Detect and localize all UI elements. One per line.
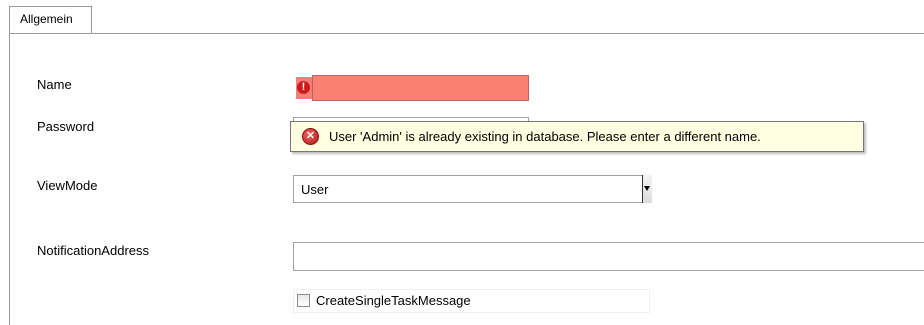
error-x-icon: ✕ bbox=[302, 128, 319, 145]
error-message: User 'Admin' is already existing in data… bbox=[329, 129, 761, 144]
viewmode-select[interactable]: User bbox=[293, 175, 652, 203]
tab-label: Allgemein bbox=[20, 12, 73, 26]
name-label: Name bbox=[37, 77, 72, 92]
viewmode-selected-value: User bbox=[301, 182, 329, 197]
viewmode-label: ViewMode bbox=[37, 178, 98, 193]
tab-allgemein[interactable]: Allgemein bbox=[9, 6, 92, 34]
create-single-task-message-row[interactable]: CreateSingleTaskMessage bbox=[293, 289, 650, 313]
notification-address-input[interactable] bbox=[293, 242, 924, 271]
notification-address-label: NotificationAddress bbox=[37, 243, 149, 258]
dropdown-arrow-icon[interactable] bbox=[642, 175, 652, 203]
tab-strip: Allgemein bbox=[0, 0, 924, 34]
create-single-task-message-label: CreateSingleTaskMessage bbox=[316, 293, 471, 308]
name-input[interactable] bbox=[312, 75, 529, 101]
error-tooltip: ✕ User 'Admin' is already existing in da… bbox=[290, 121, 864, 152]
error-exclamation-icon: ! bbox=[297, 81, 310, 94]
password-label: Password bbox=[37, 119, 95, 134]
create-single-task-message-checkbox[interactable] bbox=[297, 294, 310, 307]
error-marker: ! bbox=[296, 77, 312, 99]
